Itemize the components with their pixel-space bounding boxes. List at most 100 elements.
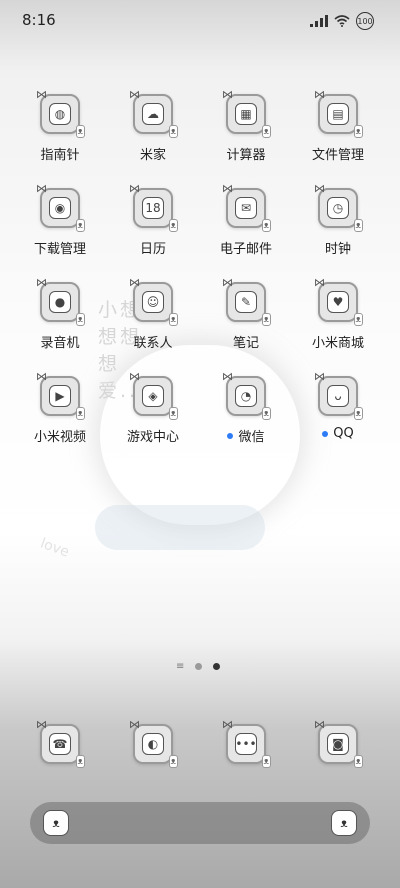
bow-decoration-icon: ⋈: [129, 370, 140, 383]
app-wechat[interactable]: ⋈ ◔ ᴥ 微信: [198, 370, 294, 452]
app-glyph: ●: [49, 291, 71, 313]
app-contacts[interactable]: ⋈ ☺ ᴥ 联系人: [105, 276, 201, 358]
wechat-icon[interactable]: ⋈ ◔ ᴥ: [222, 370, 271, 420]
bow-decoration-icon: ⋈: [36, 370, 47, 383]
app-label-text: 文件管理: [311, 148, 364, 163]
phone-icon[interactable]: ⋈ ☎ ᴥ: [36, 718, 85, 768]
game-center-icon[interactable]: ⋈ ◈ ᴥ: [129, 370, 178, 420]
status-time: 8:16: [22, 11, 56, 29]
bow-decoration-icon: ⋈: [36, 718, 47, 731]
paw-decoration-icon: ᴥ: [353, 125, 363, 138]
contacts-icon[interactable]: ⋈ ☺ ᴥ: [129, 276, 178, 326]
app-glyph: ♥: [327, 291, 349, 313]
paw-decoration-icon: ᴥ: [75, 125, 85, 138]
dock-app-phone[interactable]: ⋈ ☎ ᴥ: [12, 718, 108, 770]
paw-decoration-icon: ᴥ: [261, 219, 271, 232]
app-email[interactable]: ⋈ ✉ ᴥ 电子邮件: [198, 182, 294, 264]
file-manager-icon[interactable]: ⋈ ▤ ᴥ: [314, 88, 363, 138]
app-download-manager[interactable]: ⋈ ◉ ᴥ 下载管理: [12, 182, 108, 264]
bow-decoration-icon: ⋈: [36, 276, 47, 289]
app-label: 录音机: [40, 332, 79, 351]
app-compass[interactable]: ⋈ ◍ ᴥ 指南针: [12, 88, 108, 170]
paw-decoration-icon: ᴥ: [353, 755, 363, 768]
paw-decoration-icon: ᴥ: [168, 755, 178, 768]
app-glyph: ✎: [235, 291, 257, 313]
clock-icon[interactable]: ⋈ ◷ ᴥ: [314, 182, 363, 232]
app-glyph: ◐: [142, 733, 164, 755]
new-install-badge: [227, 432, 234, 439]
app-label-text: 下载管理: [33, 242, 86, 257]
calculator-icon[interactable]: ⋈ ▦ ᴥ: [222, 88, 271, 138]
search-bar[interactable]: ᴥ ᴥ: [30, 802, 370, 844]
signal-icon: [310, 15, 328, 27]
mijia-icon[interactable]: ⋈ ☁ ᴥ: [129, 88, 178, 138]
page-indicator[interactable]: ≡: [176, 661, 221, 672]
app-clock[interactable]: ⋈ ◷ ᴥ 时钟: [290, 182, 386, 264]
app-calendar[interactable]: ⋈ 18 ᴥ 日历: [105, 182, 201, 264]
paw-decoration-icon: ᴥ: [353, 219, 363, 232]
paw-decoration-icon: ᴥ: [261, 125, 271, 138]
page-dot-1[interactable]: [195, 663, 203, 670]
qq-icon[interactable]: ⋈ ᴗ ᴥ: [314, 370, 363, 420]
app-glyph: ◷: [327, 197, 349, 219]
status-icons: 100: [310, 12, 374, 30]
paw-decoration-icon: ᴥ: [168, 125, 178, 138]
paw-decoration-icon: ᴥ: [353, 407, 363, 420]
notes-icon[interactable]: ⋈ ✎ ᴥ: [222, 276, 271, 326]
app-glyph: ◈: [142, 385, 164, 407]
messages-icon[interactable]: ⋈ ••• ᴥ: [222, 718, 271, 768]
app-label: 游戏中心: [127, 426, 179, 445]
search-bar-left-icon[interactable]: ᴥ: [43, 810, 69, 836]
app-recorder[interactable]: ⋈ ● ᴥ 录音机: [12, 276, 108, 358]
app-label-text: 指南针: [40, 148, 80, 163]
mi-store-icon[interactable]: ⋈ ♥ ᴥ: [314, 276, 363, 326]
app-label: 微信: [227, 426, 265, 445]
app-label: 文件管理: [312, 144, 364, 163]
bow-decoration-icon: ⋈: [222, 718, 233, 731]
app-glyph: ◉: [49, 197, 71, 219]
app-label: 电子邮件: [220, 238, 272, 257]
wifi-icon: [334, 15, 350, 27]
bow-decoration-icon: ⋈: [36, 182, 47, 195]
email-icon[interactable]: ⋈ ✉ ᴥ: [222, 182, 271, 232]
paw-decoration-icon: ᴥ: [75, 755, 85, 768]
compass-icon[interactable]: ⋈ ◍ ᴥ: [36, 88, 85, 138]
search-bar-right-icon[interactable]: ᴥ: [331, 810, 357, 836]
page-list-icon[interactable]: ≡: [176, 661, 184, 672]
app-glyph: 18: [142, 197, 164, 219]
app-label: 日历: [140, 238, 166, 257]
calendar-icon[interactable]: ⋈ 18 ᴥ: [129, 182, 178, 232]
app-glyph: ᴗ: [327, 385, 349, 407]
app-mi-video[interactable]: ⋈ ▶ ᴥ 小米视频: [12, 370, 108, 452]
app-mi-store[interactable]: ⋈ ♥ ᴥ 小米商城: [290, 276, 386, 358]
mi-video-icon[interactable]: ⋈ ▶ ᴥ: [36, 370, 85, 420]
dock-app-messages[interactable]: ⋈ ••• ᴥ: [198, 718, 294, 770]
app-label: 联系人: [133, 332, 172, 351]
app-qq[interactable]: ⋈ ᴗ ᴥ QQ: [290, 370, 386, 452]
recorder-icon[interactable]: ⋈ ● ᴥ: [36, 276, 85, 326]
bow-decoration-icon: ⋈: [36, 88, 47, 101]
camera-icon[interactable]: ⋈ ◙ ᴥ: [314, 718, 363, 768]
paw-decoration-icon: ᴥ: [168, 313, 178, 326]
app-glyph: ☁: [142, 103, 164, 125]
app-notes[interactable]: ⋈ ✎ ᴥ 笔记: [198, 276, 294, 358]
paw-decoration-icon: ᴥ: [75, 313, 85, 326]
page-dot-2[interactable]: [213, 663, 221, 670]
browser-icon[interactable]: ⋈ ◐ ᴥ: [129, 718, 178, 768]
app-glyph: ◔: [235, 385, 257, 407]
dock-app-camera[interactable]: ⋈ ◙ ᴥ: [290, 718, 386, 770]
bow-decoration-icon: ⋈: [222, 88, 233, 101]
download-manager-icon[interactable]: ⋈ ◉ ᴥ: [36, 182, 85, 232]
paw-decoration-icon: ᴥ: [353, 313, 363, 326]
app-file-manager[interactable]: ⋈ ▤ ᴥ 文件管理: [290, 88, 386, 170]
app-game-center[interactable]: ⋈ ◈ ᴥ 游戏中心: [105, 370, 201, 452]
app-mijia[interactable]: ⋈ ☁ ᴥ 米家: [105, 88, 201, 170]
dock-app-browser[interactable]: ⋈ ◐ ᴥ: [105, 718, 201, 770]
app-label-text: 米家: [139, 148, 166, 163]
app-label-text: 电子邮件: [219, 242, 272, 257]
bow-decoration-icon: ⋈: [314, 182, 325, 195]
app-label: 指南针: [40, 144, 79, 163]
app-calculator[interactable]: ⋈ ▦ ᴥ 计算器: [198, 88, 294, 170]
app-glyph: ✉: [235, 197, 257, 219]
paw-decoration-icon: ᴥ: [261, 755, 271, 768]
